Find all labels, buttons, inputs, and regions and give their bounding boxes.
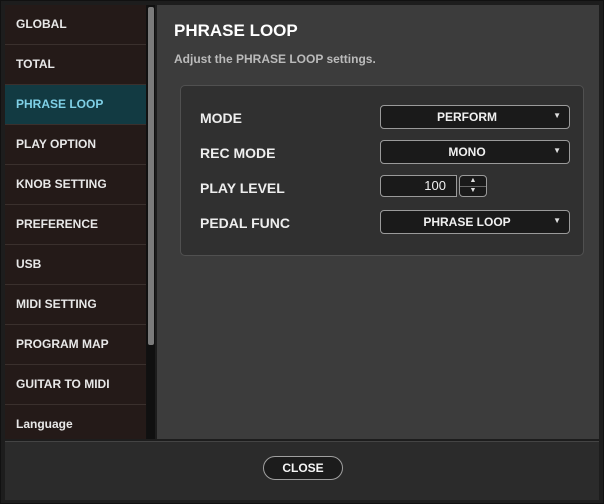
pedal-func-row: PEDAL FUNC PHRASE LOOP ▼ — [181, 210, 583, 236]
settings-window: GLOBAL TOTAL PHRASE LOOP PLAY OPTION KNO… — [0, 0, 604, 504]
sidebar: GLOBAL TOTAL PHRASE LOOP PLAY OPTION KNO… — [5, 5, 147, 445]
rec-mode-select[interactable]: MONO ▼ — [380, 140, 570, 164]
chevron-down-icon: ▼ — [553, 216, 561, 225]
sidebar-item-preference[interactable]: PREFERENCE — [5, 205, 146, 245]
play-level-label: PLAY LEVEL — [200, 180, 285, 196]
pedal-func-label: PEDAL FUNC — [200, 215, 290, 231]
mode-select-value: PERFORM — [437, 110, 497, 124]
settings-panel: MODE PERFORM ▼ REC MODE MONO ▼ PLAY LEVE… — [180, 85, 584, 256]
page-subtitle: Adjust the PHRASE LOOP settings. — [174, 52, 376, 66]
chevron-down-icon[interactable]: ▼ — [460, 186, 486, 196]
play-level-input[interactable]: 100 — [380, 175, 457, 197]
sidebar-item-phrase-loop[interactable]: PHRASE LOOP — [5, 85, 146, 125]
sidebar-item-program-map[interactable]: PROGRAM MAP — [5, 325, 146, 365]
play-level-row: PLAY LEVEL 100 ▲ ▼ — [181, 175, 583, 201]
rec-mode-select-value: MONO — [448, 145, 486, 159]
pedal-func-select[interactable]: PHRASE LOOP ▼ — [380, 210, 570, 234]
sidebar-scrollbar[interactable] — [147, 5, 155, 439]
sidebar-item-language[interactable]: Language — [5, 405, 146, 445]
mode-label: MODE — [200, 110, 242, 126]
stepper-buttons: ▲ ▼ — [459, 175, 487, 197]
footer: CLOSE — [5, 441, 599, 500]
pedal-func-select-value: PHRASE LOOP — [423, 215, 511, 229]
mode-row: MODE PERFORM ▼ — [181, 105, 583, 131]
chevron-down-icon: ▼ — [553, 146, 561, 155]
sidebar-item-usb[interactable]: USB — [5, 245, 146, 285]
mode-select[interactable]: PERFORM ▼ — [380, 105, 570, 129]
rec-mode-label: REC MODE — [200, 145, 276, 161]
close-button[interactable]: CLOSE — [263, 456, 343, 480]
sidebar-item-play-option[interactable]: PLAY OPTION — [5, 125, 146, 165]
content-panel: PHRASE LOOP Adjust the PHRASE LOOP setti… — [157, 5, 599, 439]
play-level-stepper[interactable]: 100 ▲ ▼ — [380, 175, 488, 197]
rec-mode-row: REC MODE MONO ▼ — [181, 140, 583, 166]
sidebar-item-total[interactable]: TOTAL — [5, 45, 146, 85]
sidebar-item-midi-setting[interactable]: MIDI SETTING — [5, 285, 146, 325]
sidebar-item-guitar-to-midi[interactable]: GUITAR TO MIDI — [5, 365, 146, 405]
chevron-down-icon: ▼ — [553, 111, 561, 120]
sidebar-item-knob-setting[interactable]: KNOB SETTING — [5, 165, 146, 205]
page-title: PHRASE LOOP — [174, 21, 298, 40]
sidebar-item-global[interactable]: GLOBAL — [5, 5, 146, 45]
scrollbar-thumb[interactable] — [148, 7, 154, 345]
